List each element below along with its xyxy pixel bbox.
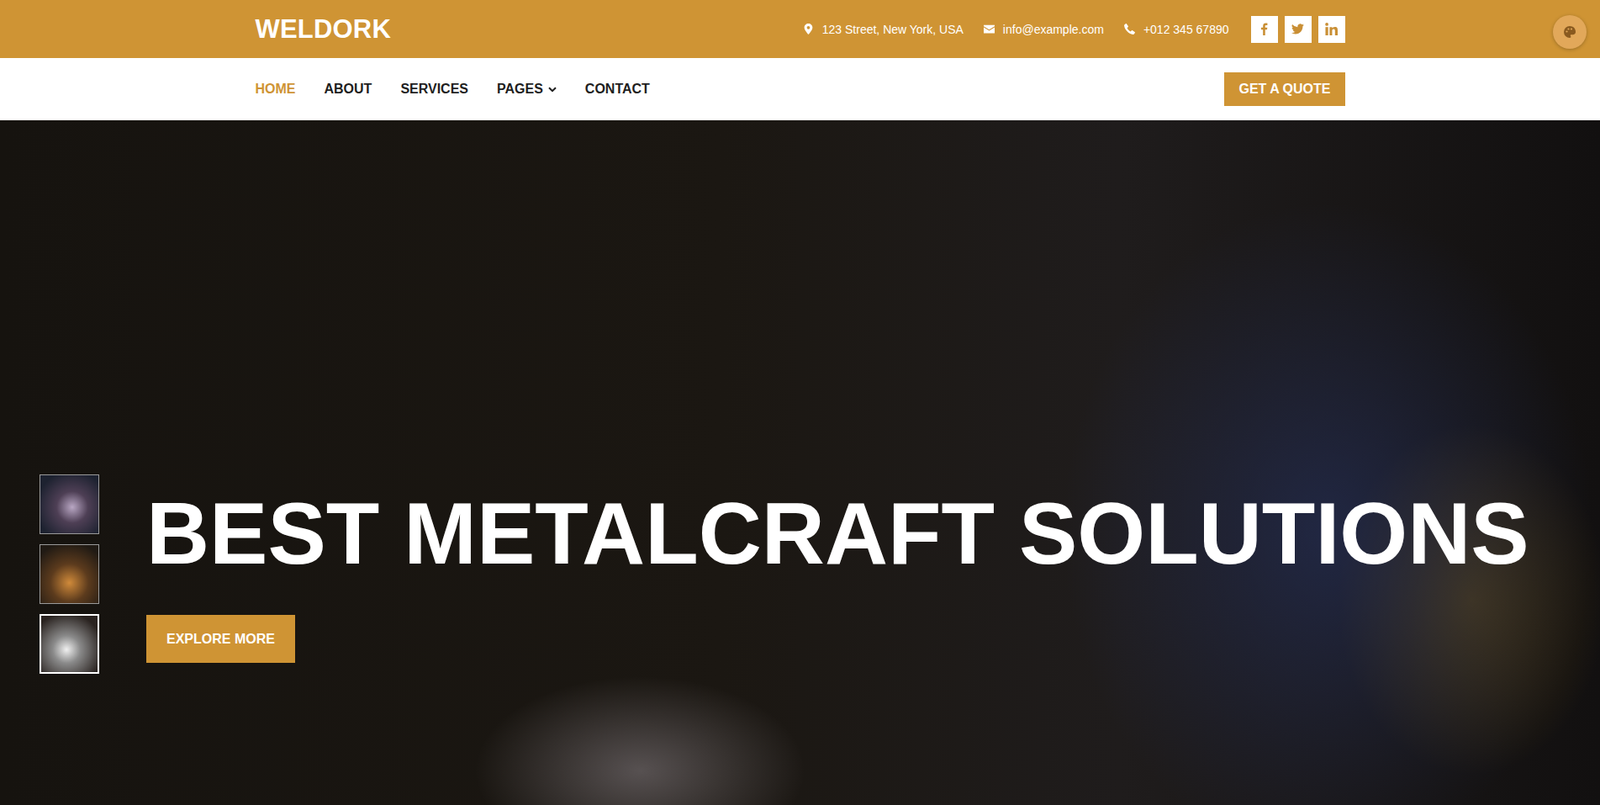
brand-logo[interactable]: WELDORK — [255, 14, 392, 45]
nav-item[interactable]: ABOUT — [324, 74, 373, 104]
chevron-down-icon — [548, 86, 557, 93]
carousel-thumbnail[interactable] — [39, 613, 100, 674]
explore-button[interactable]: EXPLORE MORE — [146, 614, 296, 663]
carousel-thumbnail[interactable] — [39, 474, 100, 534]
social-links — [1251, 15, 1346, 43]
phone-icon — [1124, 23, 1136, 35]
address: 123 Street, New York, USA — [802, 22, 964, 37]
linkedin-link[interactable] — [1318, 15, 1346, 43]
twitter-link[interactable] — [1284, 15, 1312, 43]
page: WELDORK 123 Street, New York, USA info@exa… — [0, 0, 1600, 805]
nav-item[interactable]: CONTACT — [585, 74, 650, 104]
hero-carousel: BEST METALCRAFT SOLUTIONS EXPLORE MORE — [0, 120, 1600, 805]
nav-item[interactable]: SERVICES — [400, 74, 469, 104]
twitter-icon — [1291, 22, 1305, 36]
carousel-thumbnail[interactable] — [39, 543, 100, 604]
envelope-icon — [983, 23, 995, 35]
nav-item[interactable]: PAGES — [496, 74, 557, 104]
map-marker-icon — [802, 23, 814, 35]
hero-title: BEST METALCRAFT SOLUTIONS — [146, 483, 1530, 585]
email[interactable]: info@example.com — [983, 22, 1104, 37]
facebook-link[interactable] — [1251, 15, 1278, 43]
theme-switcher[interactable] — [1552, 15, 1587, 49]
quote-button[interactable]: GET A QUOTE — [1224, 72, 1345, 106]
main-menu: HOME ABOUT SERVICES PAGES CONTACT — [255, 74, 650, 104]
carousel-thumbnails — [39, 474, 100, 674]
top-bar: WELDORK 123 Street, New York, USA info@exa… — [0, 0, 1600, 59]
nav-item[interactable]: HOME — [255, 74, 296, 104]
facebook-icon — [1257, 22, 1271, 36]
phone[interactable]: +012 345 67890 — [1124, 22, 1230, 37]
hero-content: BEST METALCRAFT SOLUTIONS EXPLORE MORE — [146, 483, 1530, 674]
palette-icon — [1563, 25, 1577, 39]
linkedin-icon — [1325, 22, 1338, 36]
contact-info: 123 Street, New York, USA info@example.co… — [802, 15, 1346, 43]
nav-bar: HOME ABOUT SERVICES PAGES CONTACT GET A QUOTE — [0, 58, 1600, 121]
